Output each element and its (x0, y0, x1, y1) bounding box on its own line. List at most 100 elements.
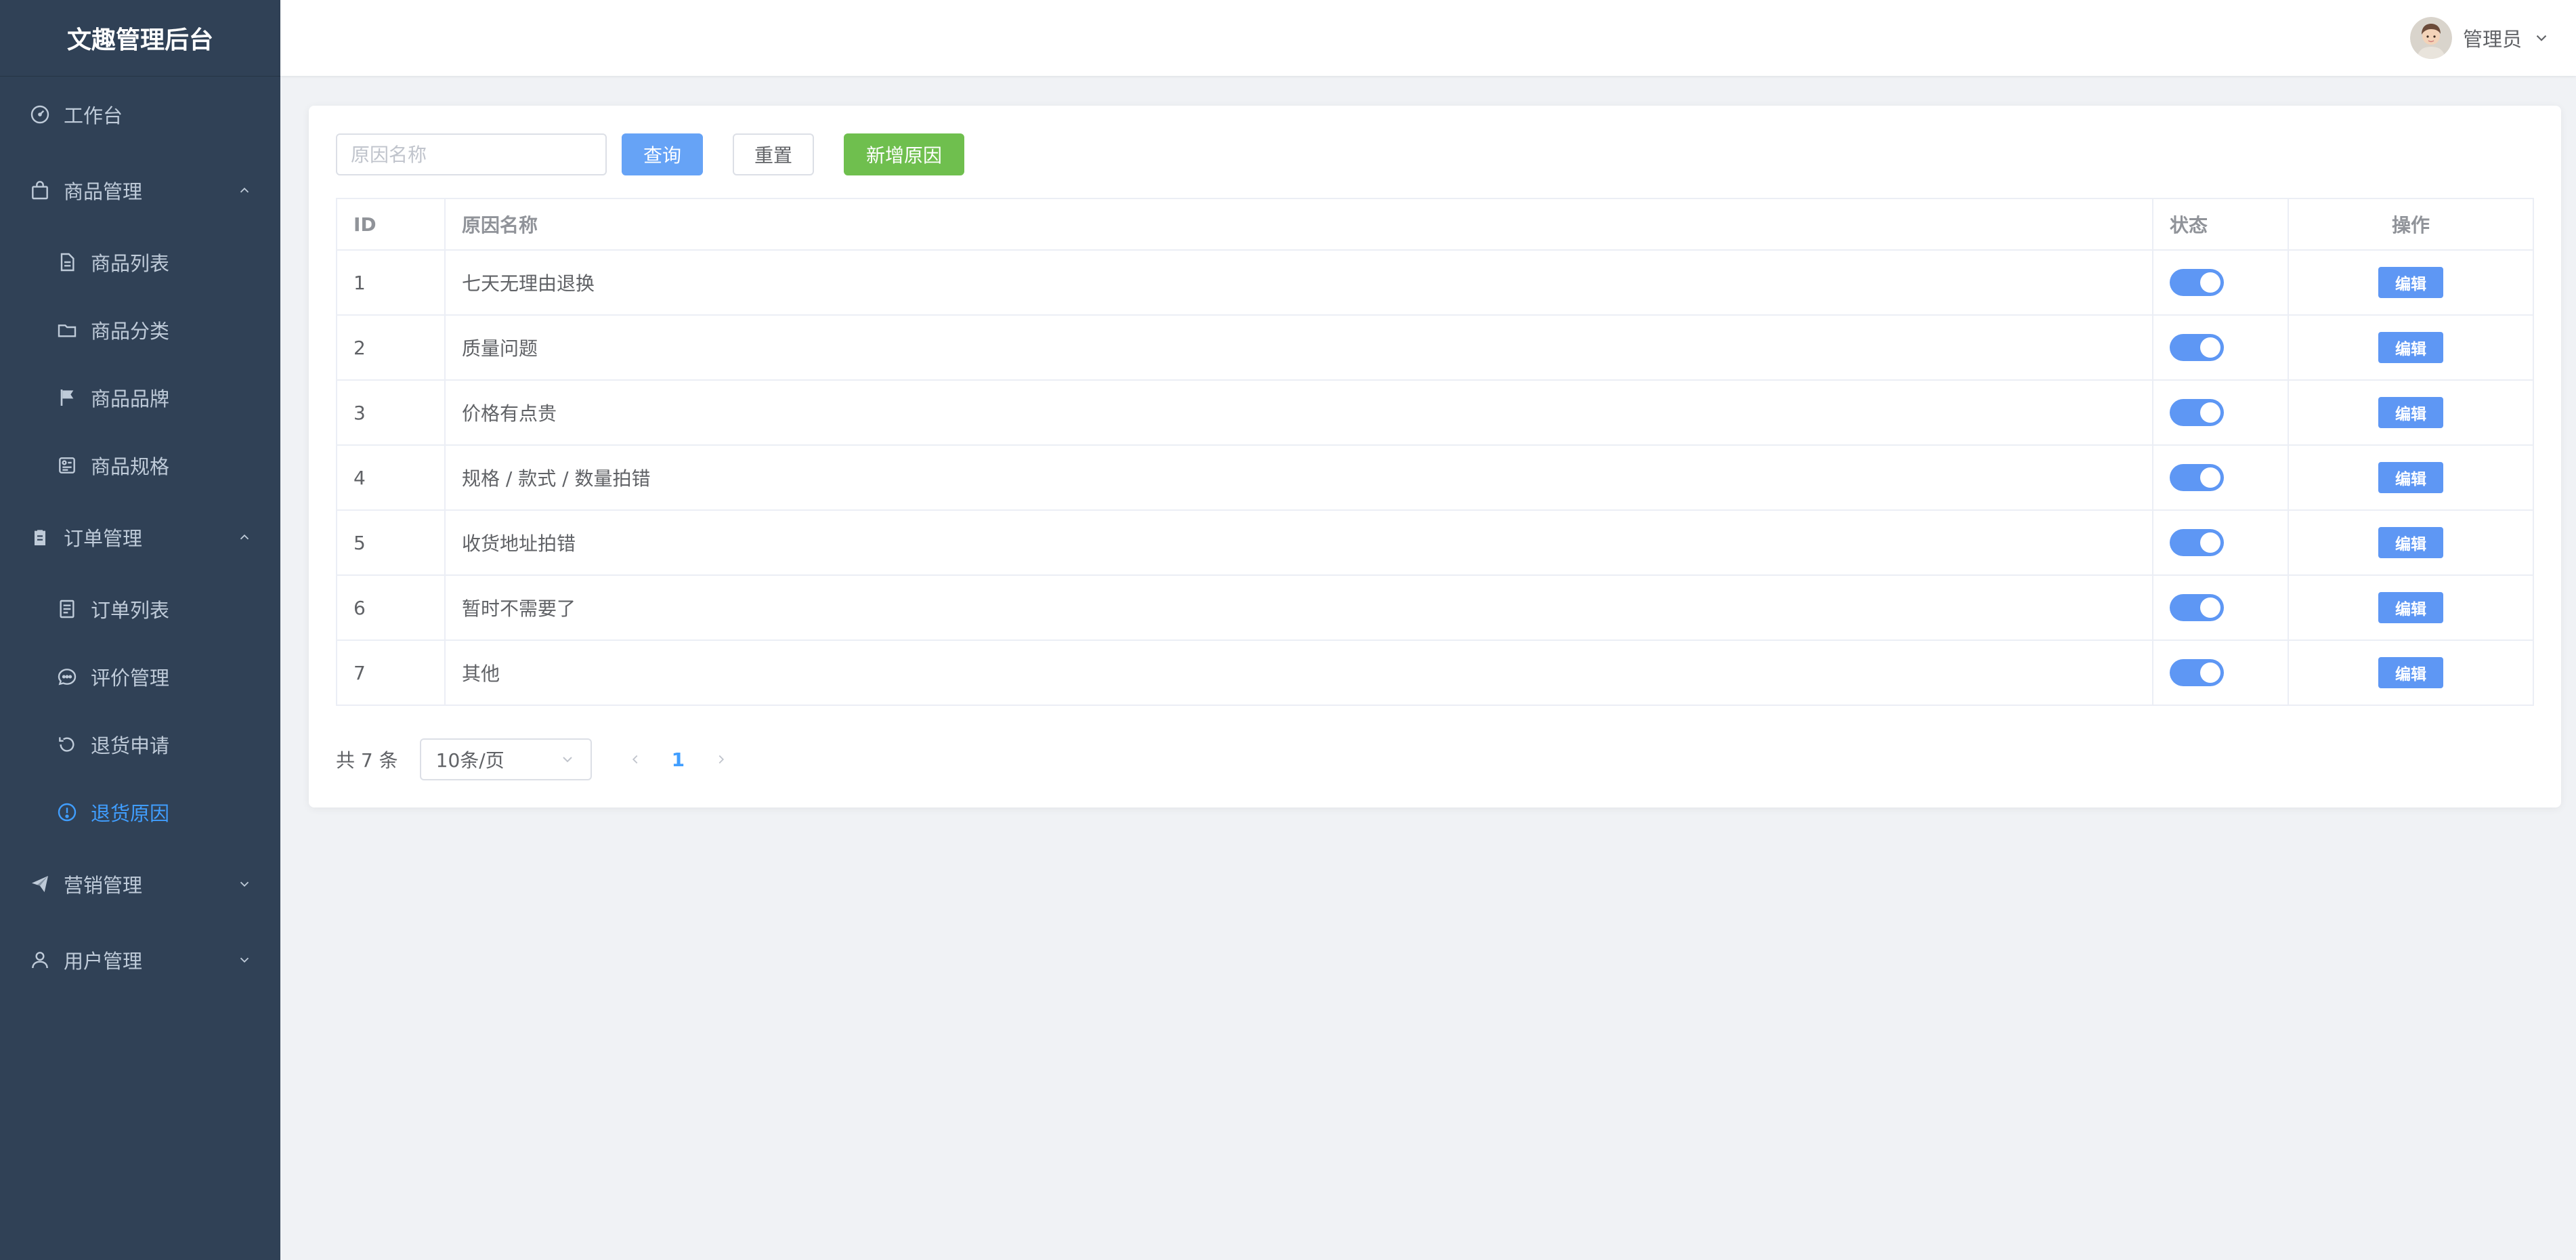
paper-plane-icon (28, 873, 51, 896)
app-root: 文趣管理后台 工作台 商品管理 商品列表 商品分类 商品品牌 商品规格 订单管理… (0, 0, 2576, 1260)
sidebar-item-label: 商品规格 (91, 455, 170, 478)
status-toggle[interactable] (2170, 334, 2224, 361)
spec-sheet-icon (56, 454, 79, 477)
sidebar-item-label: 工作台 (64, 104, 123, 127)
sidebar-item-reviews[interactable]: 评价管理 (0, 643, 280, 711)
info-circle-icon (56, 801, 79, 824)
sidebar-item-return-requests[interactable]: 退货申请 (0, 711, 280, 778)
cell-id: 6 (336, 574, 446, 641)
sidebar-menu: 工作台 商品管理 商品列表 商品分类 商品品牌 商品规格 订单管理 订单列表 评… (0, 77, 280, 998)
flag-icon (56, 386, 79, 409)
edit-button[interactable]: 编辑 (2378, 657, 2443, 688)
reasons-table: ID 原因名称 状态 操作 1 七天无理由退换 编辑 2 质量问题 编辑 3 价格有点贵 编辑 4… (336, 198, 2534, 706)
edit-button[interactable]: 编辑 (2378, 592, 2443, 623)
sidebar-group-label: 商品管理 (64, 180, 143, 203)
page-number-current[interactable]: 1 (672, 749, 685, 771)
cell-operation: 编辑 (2288, 574, 2534, 641)
content-card: 查询 重置 新增原因 ID 原因名称 状态 操作 1七天无理由退换编辑2质量问题… (309, 106, 2561, 807)
sidebar-item-goods-spec[interactable]: 商品规格 (0, 432, 280, 499)
cell-id: 7 (336, 639, 446, 706)
chat-bubble-icon (56, 665, 79, 688)
add-reason-button[interactable]: 新增原因 (844, 133, 964, 175)
edit-button[interactable]: 编辑 (2378, 332, 2443, 363)
column-header-name: 原因名称 (444, 198, 2153, 251)
reset-button[interactable]: 重置 (733, 133, 814, 175)
table-row: 1 七天无理由退换 编辑 (336, 249, 2534, 316)
status-toggle[interactable] (2170, 529, 2224, 556)
cell-operation: 编辑 (2288, 314, 2534, 381)
query-button[interactable]: 查询 (622, 133, 703, 175)
user-name: 管理员 (2462, 28, 2522, 51)
cell-reason-name: 价格有点贵 (444, 379, 2153, 446)
table-row: 6 暂时不需要了 编辑 (336, 574, 2534, 641)
sidebar-item-order-list[interactable]: 订单列表 (0, 575, 280, 643)
avatar (2409, 17, 2452, 59)
prev-page-button[interactable] (626, 750, 645, 769)
cell-reason-name: 收货地址拍错 (444, 509, 2153, 576)
column-header-operation: 操作 (2288, 198, 2534, 251)
sidebar-group-marketing[interactable]: 营销管理 (0, 846, 280, 922)
sidebar-item-label: 退货申请 (91, 734, 170, 757)
sidebar-item-return-reasons[interactable]: 退货原因 (0, 778, 280, 846)
sidebar-item-goods-brand[interactable]: 商品品牌 (0, 364, 280, 432)
chevron-down-icon (562, 757, 572, 763)
sidebar-submenu-goods: 商品列表 商品分类 商品品牌 商品规格 (0, 228, 280, 499)
cell-status (2152, 379, 2289, 446)
cell-id: 4 (336, 444, 446, 511)
cell-status (2152, 639, 2289, 706)
edit-button[interactable]: 编辑 (2378, 267, 2443, 298)
table-header-row: ID 原因名称 状态 操作 (336, 198, 2534, 251)
status-toggle[interactable] (2170, 269, 2224, 296)
folder-icon (56, 318, 79, 341)
sidebar-group-goods[interactable]: 商品管理 (0, 152, 280, 228)
status-toggle[interactable] (2170, 464, 2224, 491)
cell-id: 5 (336, 509, 446, 576)
sidebar-group-label: 用户管理 (64, 950, 143, 973)
cell-reason-name: 规格 / 款式 / 数量拍错 (444, 444, 2153, 511)
sidebar-item-label: 商品分类 (91, 320, 170, 343)
edit-button[interactable]: 编辑 (2378, 397, 2443, 428)
cell-id: 1 (336, 249, 446, 316)
sidebar-item-goods-list[interactable]: 商品列表 (0, 228, 280, 296)
table-body: 1 七天无理由退换 编辑 2 质量问题 编辑 3 价格有点贵 编辑 4 规格 / 款式 / 数量拍错… (336, 249, 2534, 706)
total-count: 共 7 条 (336, 749, 398, 772)
chevron-up-icon (240, 187, 249, 193)
edit-button[interactable]: 编辑 (2378, 462, 2443, 493)
cell-operation: 编辑 (2288, 379, 2534, 446)
list-document-icon (56, 597, 79, 621)
chevron-right-icon (718, 755, 725, 764)
dashboard-icon (28, 103, 51, 126)
page-size-select[interactable]: 10条/页 (419, 738, 592, 780)
cell-operation: 编辑 (2288, 444, 2534, 511)
cell-operation: 编辑 (2288, 509, 2534, 576)
sidebar-item-workbench[interactable]: 工作台 (0, 77, 280, 152)
chevron-down-icon (2536, 35, 2547, 41)
cell-operation: 编辑 (2288, 639, 2534, 706)
refresh-icon (56, 733, 79, 756)
column-header-id: ID (336, 198, 446, 251)
edit-button[interactable]: 编辑 (2378, 527, 2443, 558)
page-size-value: 10条/页 (435, 749, 505, 772)
sidebar-group-label: 订单管理 (64, 527, 143, 550)
sidebar-item-goods-category[interactable]: 商品分类 (0, 296, 280, 364)
sidebar-group-label: 营销管理 (64, 874, 143, 897)
chevron-up-icon (240, 534, 249, 540)
next-page-button[interactable] (712, 750, 731, 769)
cell-status (2152, 444, 2289, 511)
cell-operation: 编辑 (2288, 249, 2534, 316)
status-toggle[interactable] (2170, 399, 2224, 426)
sidebar-item-label: 商品品牌 (91, 387, 170, 411)
sidebar-group-users[interactable]: 用户管理 (0, 922, 280, 998)
status-toggle[interactable] (2170, 659, 2224, 686)
filter-toolbar: 查询 重置 新增原因 (336, 133, 964, 176)
status-toggle[interactable] (2170, 594, 2224, 621)
sidebar-group-orders[interactable]: 订单管理 (0, 499, 280, 575)
column-header-status: 状态 (2152, 198, 2289, 251)
user-menu[interactable]: 管理员 (2409, 16, 2550, 60)
reason-name-input[interactable] (336, 133, 607, 175)
table-row: 7 其他 编辑 (336, 639, 2534, 706)
document-icon (56, 251, 79, 274)
app-title: 文趣管理后台 (0, 0, 280, 77)
table-row: 2 质量问题 编辑 (336, 314, 2534, 381)
cell-reason-name: 其他 (444, 639, 2153, 706)
